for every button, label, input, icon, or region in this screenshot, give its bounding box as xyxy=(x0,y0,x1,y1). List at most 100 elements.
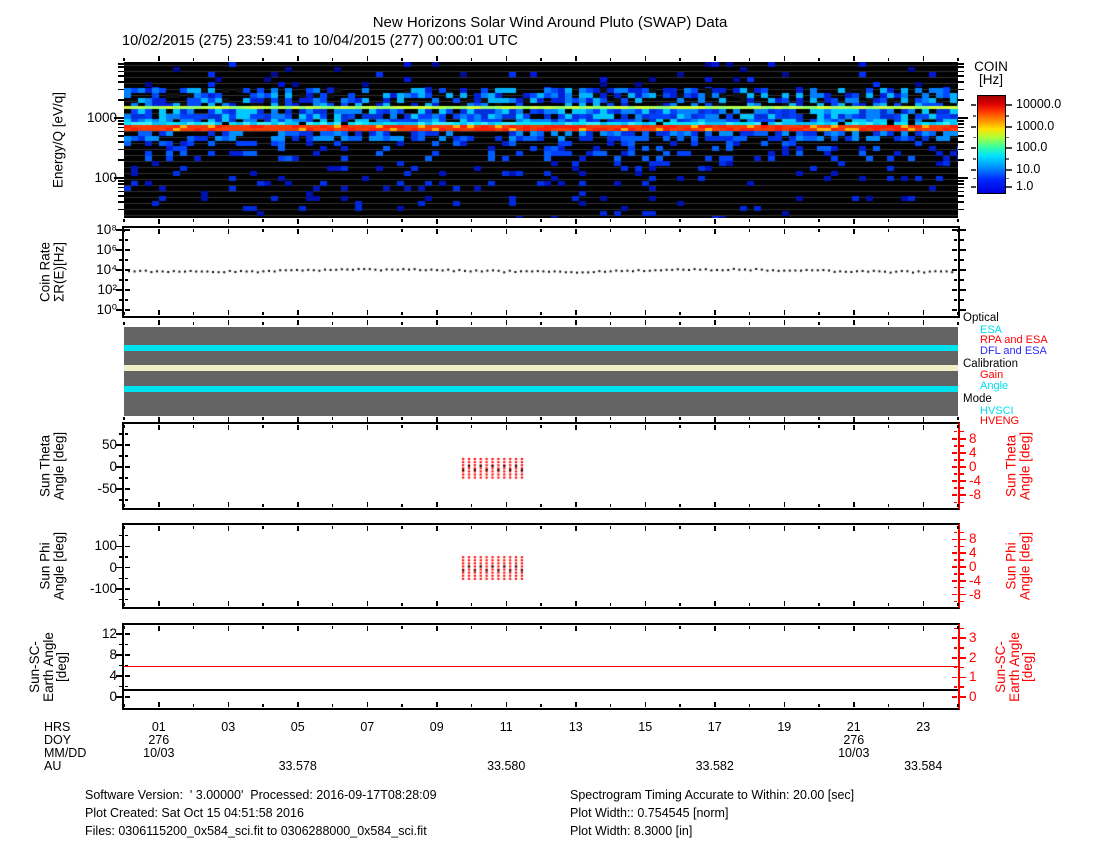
tick-mark xyxy=(540,322,542,325)
tick-mark xyxy=(958,117,968,119)
tick-mark xyxy=(952,657,957,659)
spectrogram-y-label: Energy/Q [eV/q] xyxy=(51,92,65,188)
colorbar-tick-label: 100.0 xyxy=(1016,140,1072,155)
tick-mark xyxy=(973,158,976,160)
footer-files: Files: 0306115200_0x584_sci.fit to 03062… xyxy=(85,824,427,838)
tick-mark xyxy=(506,56,508,61)
legend-group-title-2: Mode xyxy=(963,394,992,405)
tick-mark xyxy=(262,626,264,629)
tick-mark xyxy=(714,702,716,707)
tick-mark xyxy=(119,686,124,688)
footer-timing-accuracy: Spectrogram Timing Accurate to Within: 2… xyxy=(570,788,854,802)
tick-mark xyxy=(958,209,964,211)
tick-mark xyxy=(471,322,473,325)
tick-mark xyxy=(888,322,890,325)
tick-mark xyxy=(436,56,438,61)
tick-mark xyxy=(262,322,264,325)
tick-mark xyxy=(228,702,230,707)
tick-mark xyxy=(952,637,957,639)
sunphi-data-cluster xyxy=(124,525,958,607)
y-tick-label: -100 xyxy=(57,581,117,596)
tick-mark xyxy=(960,480,966,482)
tick-mark xyxy=(960,539,966,541)
tick-mark xyxy=(436,320,438,325)
tick-mark xyxy=(853,626,855,631)
tick-mark xyxy=(960,269,966,271)
tick-mark xyxy=(125,696,130,698)
tick-mark xyxy=(125,633,130,635)
tick-mark xyxy=(116,309,124,311)
tick-mark xyxy=(784,56,786,61)
xaxis-value-hrs: 09 xyxy=(410,720,464,734)
tick-mark xyxy=(297,219,299,224)
colorbar xyxy=(977,95,1006,194)
tick-mark xyxy=(158,56,160,61)
tick-mark xyxy=(262,417,264,420)
y-tick-label: 100 xyxy=(57,538,117,553)
tick-mark xyxy=(960,637,966,639)
tick-mark xyxy=(971,147,976,149)
tick-mark xyxy=(367,56,369,61)
xaxis-value-hrs: 17 xyxy=(688,720,742,734)
y-tick-label: 10⁰ xyxy=(57,302,117,317)
tick-mark xyxy=(540,626,542,629)
xaxis-value-hrs: 15 xyxy=(618,720,672,734)
tick-mark xyxy=(714,626,716,631)
y-tick-label-right: 8 xyxy=(969,431,1005,446)
tick-mark xyxy=(960,647,964,649)
tick-mark xyxy=(297,702,299,707)
tick-mark xyxy=(888,626,890,629)
tick-mark xyxy=(436,626,438,631)
sunearth-y-label-right: Sun-SC- Earth Angle [deg] xyxy=(994,632,1035,702)
tick-mark xyxy=(471,219,473,222)
legend-item: DFL and ESA xyxy=(980,346,1047,357)
tick-mark xyxy=(960,667,964,669)
tick-mark xyxy=(297,417,299,422)
y-tick-label: 1000 xyxy=(62,110,117,125)
tick-mark xyxy=(958,177,968,179)
tick-mark xyxy=(958,195,964,197)
colorbar-title: COIN [Hz] xyxy=(959,60,1023,86)
tick-mark xyxy=(960,431,964,433)
tick-mark xyxy=(506,626,508,631)
tick-mark xyxy=(401,626,403,629)
tick-mark xyxy=(960,502,964,504)
tick-mark xyxy=(1006,169,1012,171)
tick-mark xyxy=(679,626,681,629)
y-tick-label-right: 8 xyxy=(969,531,1005,546)
tick-mark xyxy=(952,696,957,698)
tick-mark xyxy=(960,249,966,251)
tick-mark xyxy=(116,654,124,656)
tick-mark xyxy=(297,320,299,325)
tick-mark xyxy=(853,56,855,61)
xaxis-value-hrs: 21 xyxy=(827,720,881,734)
tick-mark xyxy=(749,626,751,629)
tick-mark xyxy=(958,123,964,125)
tick-mark xyxy=(784,320,786,325)
tick-mark xyxy=(958,135,964,137)
tick-mark xyxy=(818,219,820,222)
xaxis-value-au: 33.580 xyxy=(479,759,533,773)
legend-item: Angle xyxy=(980,381,1008,392)
tick-mark xyxy=(960,452,966,454)
tick-mark xyxy=(957,704,959,707)
y-tick-label: 0 xyxy=(57,560,117,575)
y-tick-label: 0 xyxy=(57,459,117,474)
y-tick-label: 10⁶ xyxy=(57,242,117,257)
tick-mark xyxy=(228,320,230,325)
tick-mark xyxy=(960,473,964,475)
tick-mark xyxy=(958,159,964,161)
tick-mark xyxy=(714,56,716,61)
tick-mark xyxy=(123,417,125,420)
tick-mark xyxy=(297,626,299,631)
tick-mark xyxy=(923,219,925,224)
tick-mark xyxy=(228,56,230,61)
tick-mark xyxy=(888,219,890,222)
tick-mark xyxy=(818,322,820,325)
xaxis-value-hrs: 13 xyxy=(549,720,603,734)
tick-mark xyxy=(954,686,957,688)
tick-mark xyxy=(960,657,966,659)
tick-mark xyxy=(960,299,964,301)
tick-mark xyxy=(853,702,855,707)
xaxis-value-hrs: 01 xyxy=(132,720,186,734)
